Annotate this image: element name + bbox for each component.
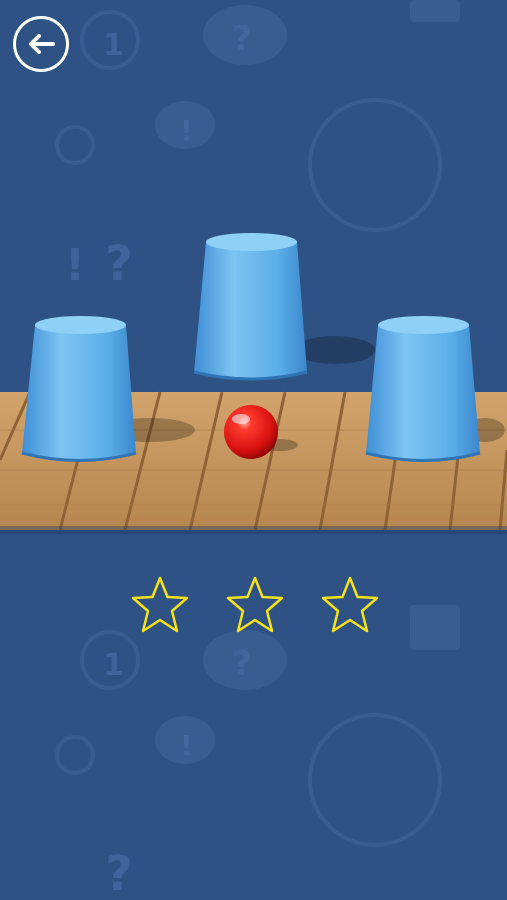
cup-left[interactable] [21,316,137,462]
svg-text:1: 1 [103,648,124,683]
arrow-left-icon [29,34,55,54]
red-ball[interactable] [224,405,278,459]
star-icon [131,576,189,633]
svg-text:?: ? [232,19,252,59]
svg-text:!: ! [180,729,193,762]
back-button[interactable] [13,16,69,72]
star-icon [226,576,284,633]
star-rating [0,575,507,645]
game-scene [0,233,507,534]
star-icon [321,576,379,633]
game-stage [0,200,507,540]
svg-text:?: ? [232,644,252,684]
svg-text:?: ? [105,846,133,900]
svg-text:!: ! [180,114,193,147]
svg-text:1: 1 [103,28,124,63]
cup-right[interactable] [365,316,481,462]
cup-middle[interactable] [193,233,308,381]
